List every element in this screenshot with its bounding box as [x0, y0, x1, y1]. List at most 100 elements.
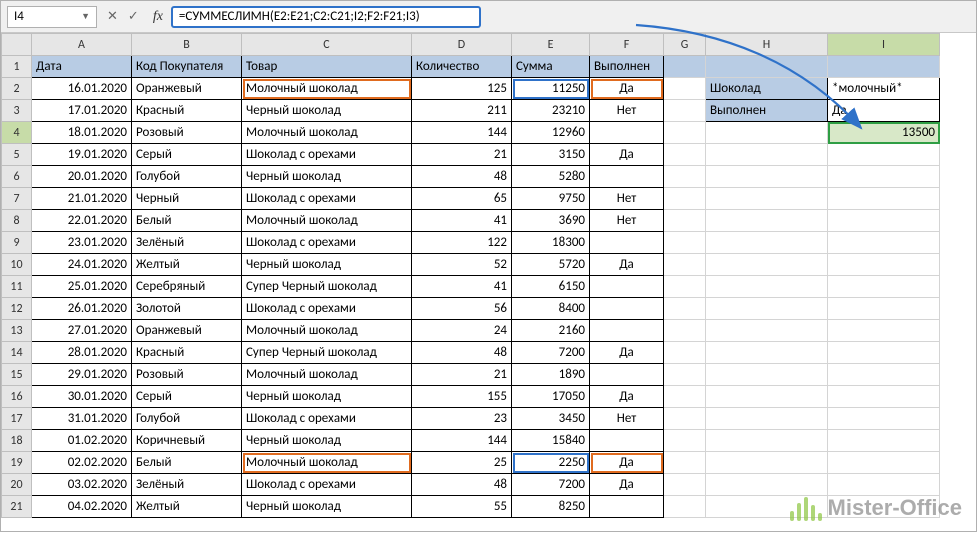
- cell-C2[interactable]: Молочный шоколад: [242, 78, 412, 100]
- row-header[interactable]: 13: [2, 320, 32, 342]
- cell-B2[interactable]: Оранжевый: [132, 78, 242, 100]
- col-header-B[interactable]: B: [132, 34, 242, 56]
- cell-E17[interactable]: 3450: [512, 408, 590, 430]
- cell-F10[interactable]: Да: [590, 254, 664, 276]
- col-header-E[interactable]: E: [512, 34, 590, 56]
- row-header[interactable]: 16: [2, 386, 32, 408]
- cell-D5[interactable]: 21: [412, 144, 512, 166]
- cell-B18[interactable]: Коричневый: [132, 430, 242, 452]
- formula-input[interactable]: =СУММЕСЛИМН(E2:E21;C2:C21;I2;F2:F21;I3): [171, 6, 481, 28]
- cell-E13[interactable]: 2160: [512, 320, 590, 342]
- cell-F14[interactable]: Да: [590, 342, 664, 364]
- cell-C1[interactable]: Товар: [242, 56, 412, 78]
- cell-F17[interactable]: Нет: [590, 408, 664, 430]
- cell-C10[interactable]: Черный шоколад: [242, 254, 412, 276]
- cell-E4[interactable]: 12960: [512, 122, 590, 144]
- cell-G19[interactable]: [664, 452, 706, 474]
- cell-D11[interactable]: 41: [412, 276, 512, 298]
- cell-A14[interactable]: 28.01.2020: [32, 342, 132, 364]
- cell-E8[interactable]: 3690: [512, 210, 590, 232]
- cell-D6[interactable]: 48: [412, 166, 512, 188]
- cell-D4[interactable]: 144: [412, 122, 512, 144]
- cell-A21[interactable]: 04.02.2020: [32, 496, 132, 518]
- cell-A18[interactable]: 01.02.2020: [32, 430, 132, 452]
- cell-H11[interactable]: [706, 276, 828, 298]
- cell-D3[interactable]: 211: [412, 100, 512, 122]
- cell-F21[interactable]: [590, 496, 664, 518]
- cell-F8[interactable]: Нет: [590, 210, 664, 232]
- cell-A13[interactable]: 27.01.2020: [32, 320, 132, 342]
- cell-H16[interactable]: [706, 386, 828, 408]
- cell-F2[interactable]: Да: [590, 78, 664, 100]
- cell-D2[interactable]: 125: [412, 78, 512, 100]
- cell-D17[interactable]: 23: [412, 408, 512, 430]
- cell-A4[interactable]: 18.01.2020: [32, 122, 132, 144]
- name-box[interactable]: I4 ▼: [7, 6, 97, 28]
- row-header[interactable]: 11: [2, 276, 32, 298]
- cell-I16[interactable]: [828, 386, 940, 408]
- col-header-H[interactable]: H: [706, 34, 828, 56]
- cell-B6[interactable]: Голубой: [132, 166, 242, 188]
- cell-B19[interactable]: Белый: [132, 452, 242, 474]
- row-header[interactable]: 5: [2, 144, 32, 166]
- cell-A20[interactable]: 03.02.2020: [32, 474, 132, 496]
- cell-I6[interactable]: [828, 166, 940, 188]
- cell-H14[interactable]: [706, 342, 828, 364]
- cell-F20[interactable]: Да: [590, 474, 664, 496]
- cell-E9[interactable]: 18300: [512, 232, 590, 254]
- row-header[interactable]: 1: [2, 56, 32, 78]
- fx-icon[interactable]: fx: [149, 9, 167, 25]
- cell-A6[interactable]: 20.01.2020: [32, 166, 132, 188]
- cell-E1[interactable]: Сумма: [512, 56, 590, 78]
- cell-D12[interactable]: 56: [412, 298, 512, 320]
- cell-F12[interactable]: [590, 298, 664, 320]
- cell-G18[interactable]: [664, 430, 706, 452]
- cell-H18[interactable]: [706, 430, 828, 452]
- chevron-down-icon[interactable]: ▼: [81, 7, 90, 27]
- cell-B12[interactable]: Золотой: [132, 298, 242, 320]
- cell-H5[interactable]: [706, 144, 828, 166]
- cell-B7[interactable]: Черный: [132, 188, 242, 210]
- cell-C4[interactable]: Молочный шоколад: [242, 122, 412, 144]
- cell-H3[interactable]: Выполнен: [706, 100, 828, 122]
- row-header[interactable]: 20: [2, 474, 32, 496]
- row-header[interactable]: 3: [2, 100, 32, 122]
- col-header-A[interactable]: A: [32, 34, 132, 56]
- cell-B5[interactable]: Серый: [132, 144, 242, 166]
- cell-F19[interactable]: Да: [590, 452, 664, 474]
- cell-C16[interactable]: Черный шоколад: [242, 386, 412, 408]
- cell-E2[interactable]: 11250: [512, 78, 590, 100]
- cell-D14[interactable]: 48: [412, 342, 512, 364]
- cell-G14[interactable]: [664, 342, 706, 364]
- col-header-D[interactable]: D: [412, 34, 512, 56]
- cell-F11[interactable]: [590, 276, 664, 298]
- cell-F15[interactable]: [590, 364, 664, 386]
- cell-E19[interactable]: 2250: [512, 452, 590, 474]
- cell-I10[interactable]: [828, 254, 940, 276]
- cell-I3[interactable]: Да: [828, 100, 940, 122]
- row-header[interactable]: 8: [2, 210, 32, 232]
- cell-I9[interactable]: [828, 232, 940, 254]
- cell-A2[interactable]: 16.01.2020: [32, 78, 132, 100]
- cell-B1[interactable]: Код Покупателя: [132, 56, 242, 78]
- cell-A7[interactable]: 21.01.2020: [32, 188, 132, 210]
- cell-B15[interactable]: Розовый: [132, 364, 242, 386]
- cell-E21[interactable]: 8250: [512, 496, 590, 518]
- cell-I13[interactable]: [828, 320, 940, 342]
- cell-H7[interactable]: [706, 188, 828, 210]
- cell-B16[interactable]: Серый: [132, 386, 242, 408]
- cell-F13[interactable]: [590, 320, 664, 342]
- cell-I5[interactable]: [828, 144, 940, 166]
- cell-G10[interactable]: [664, 254, 706, 276]
- cell-H8[interactable]: [706, 210, 828, 232]
- cell-H19[interactable]: [706, 452, 828, 474]
- cell-B17[interactable]: Голубой: [132, 408, 242, 430]
- cell-D15[interactable]: 21: [412, 364, 512, 386]
- cell-B20[interactable]: Зелёный: [132, 474, 242, 496]
- cell-E10[interactable]: 5720: [512, 254, 590, 276]
- cell-B9[interactable]: Зелёный: [132, 232, 242, 254]
- cell-D8[interactable]: 41: [412, 210, 512, 232]
- cell-G21[interactable]: [664, 496, 706, 518]
- cell-C21[interactable]: Черный шоколад: [242, 496, 412, 518]
- cell-H4[interactable]: [706, 122, 828, 144]
